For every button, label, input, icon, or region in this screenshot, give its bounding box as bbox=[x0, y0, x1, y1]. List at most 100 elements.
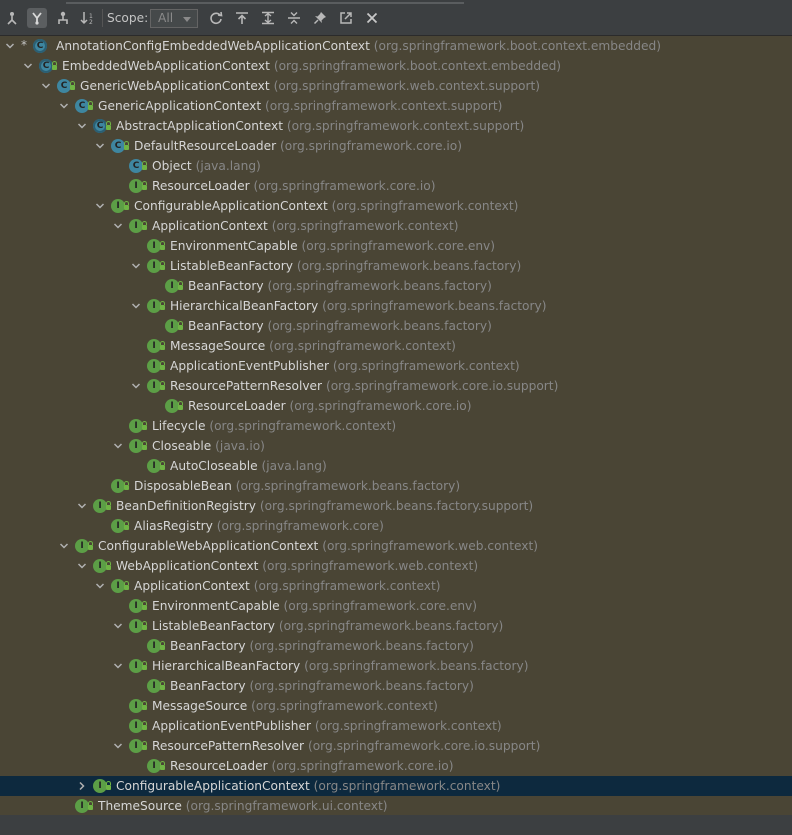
tree-node[interactable]: I Closeable (java.io) bbox=[0, 436, 792, 456]
type-name: ApplicationEventPublisher bbox=[152, 719, 311, 733]
tree-node[interactable]: I DisposableBean (org.springframework.bea… bbox=[0, 476, 792, 496]
tree-node-label: ResourcePatternResolver (org.springframe… bbox=[152, 739, 540, 753]
close-button[interactable] bbox=[362, 8, 382, 28]
package-name: (org.springframework.beans.factory) bbox=[278, 619, 504, 633]
chevron-down-icon[interactable] bbox=[22, 60, 34, 72]
public-visibility-icon bbox=[160, 241, 165, 250]
chevron-down-icon[interactable] bbox=[130, 260, 142, 272]
chevron-down-icon[interactable] bbox=[76, 500, 88, 512]
tree-node[interactable]: I BeanDefinitionRegistry (org.springframe… bbox=[0, 496, 792, 516]
type-name: AbstractApplicationContext bbox=[116, 119, 284, 133]
tree-node[interactable]: I ThemeSource (org.springframework.ui.con… bbox=[0, 796, 792, 816]
tree-node[interactable]: C EmbeddedWebApplicationContext (org.spri… bbox=[0, 56, 792, 76]
tree-node[interactable]: I ApplicationEventPublisher (org.springfr… bbox=[0, 356, 792, 376]
tree-node[interactable]: I ConfigurableApplicationContext (org.spr… bbox=[0, 776, 792, 796]
sort-alphabetically-button[interactable]: 12 bbox=[78, 8, 98, 28]
export-button[interactable] bbox=[336, 8, 356, 28]
tree-node[interactable]: I ListableBeanFactory (org.springframewor… bbox=[0, 256, 792, 276]
tree-node-label: GenericApplicationContext (org.springfra… bbox=[98, 99, 502, 113]
class-hierarchy-button[interactable] bbox=[27, 8, 47, 28]
tree-node[interactable]: I ResourcePatternResolver (org.springfram… bbox=[0, 736, 792, 756]
chevron-down-icon[interactable] bbox=[94, 140, 106, 152]
expand-all-icon bbox=[261, 11, 275, 25]
scope-label: Scope: bbox=[107, 11, 149, 25]
chevron-down-icon[interactable] bbox=[130, 380, 142, 392]
chevron-down-icon[interactable] bbox=[112, 660, 124, 672]
base-on-this-class-button[interactable] bbox=[232, 8, 252, 28]
tree-node-label: HierarchicalBeanFactory (org.springframe… bbox=[152, 659, 529, 673]
tree-node[interactable]: I ResourceLoader (org.springframework.cor… bbox=[0, 396, 792, 416]
tree-node[interactable]: I AliasRegistry (org.springframework.core… bbox=[0, 516, 792, 536]
tree-node[interactable]: I ResourceLoader (org.springframework.cor… bbox=[0, 176, 792, 196]
package-name: (org.springframework.beans.factory) bbox=[322, 299, 547, 313]
tree-node-label: ApplicationContext (org.springframework.… bbox=[134, 579, 440, 593]
scope-dropdown[interactable]: All bbox=[150, 9, 198, 28]
chevron-down-icon[interactable] bbox=[94, 580, 106, 592]
tree-node[interactable]: C GenericWebApplicationContext (org.sprin… bbox=[0, 76, 792, 96]
public-visibility-icon bbox=[124, 481, 129, 490]
chevron-right-icon[interactable] bbox=[76, 780, 88, 792]
tree-node[interactable]: I ResourceLoader (org.springframework.cor… bbox=[0, 756, 792, 776]
chevron-down-icon[interactable] bbox=[58, 100, 70, 112]
tree-node[interactable]: I Lifecycle (org.springframework.context) bbox=[0, 416, 792, 436]
public-visibility-icon bbox=[142, 661, 147, 670]
chevron-down-icon[interactable] bbox=[130, 300, 142, 312]
tree-node[interactable]: I WebApplicationContext (org.springframew… bbox=[0, 556, 792, 576]
interface-icon: I bbox=[129, 619, 143, 633]
type-name: ResourceLoader bbox=[188, 399, 286, 413]
tree-node[interactable]: I BeanFactory (org.springframework.beans.… bbox=[0, 276, 792, 296]
tree-node[interactable]: I ResourcePatternResolver (org.springfram… bbox=[0, 376, 792, 396]
tree-node[interactable]: C DefaultResourceLoader (org.springframew… bbox=[0, 136, 792, 156]
package-name: (java.io) bbox=[215, 439, 265, 453]
type-name: ApplicationContext bbox=[134, 579, 250, 593]
interface-icon: I bbox=[147, 239, 161, 253]
pin-tab-button[interactable] bbox=[310, 8, 330, 28]
refresh-button[interactable] bbox=[206, 8, 226, 28]
chevron-down-icon[interactable] bbox=[112, 620, 124, 632]
chevron-down-icon[interactable] bbox=[112, 740, 124, 752]
expand-all-button[interactable] bbox=[258, 8, 278, 28]
supertypes-hierarchy-button[interactable] bbox=[2, 8, 22, 28]
type-name: AliasRegistry bbox=[134, 519, 213, 533]
chevron-down-icon[interactable] bbox=[76, 560, 88, 572]
tree-node[interactable]: C GenericApplicationContext (org.springfr… bbox=[0, 96, 792, 116]
tree-node[interactable]: I ApplicationEventPublisher (org.springfr… bbox=[0, 716, 792, 736]
tree-node[interactable]: I ConfigurableWebApplicationContext (org.… bbox=[0, 536, 792, 556]
public-visibility-icon bbox=[142, 741, 147, 750]
hierarchy-icon bbox=[30, 11, 44, 25]
tree-node[interactable]: C Object (java.lang) bbox=[0, 156, 792, 176]
tree-node[interactable]: I MessageSource (org.springframework.cont… bbox=[0, 696, 792, 716]
tree-node-label: ApplicationEventPublisher (org.springfra… bbox=[170, 359, 520, 373]
tree-node[interactable]: I AutoCloseable (java.lang) bbox=[0, 456, 792, 476]
subtypes-hierarchy-button[interactable] bbox=[53, 8, 73, 28]
tree-node[interactable]: I BeanFactory (org.springframework.beans.… bbox=[0, 636, 792, 656]
tree-node[interactable]: I BeanFactory (org.springframework.beans.… bbox=[0, 676, 792, 696]
tree-node-label: DefaultResourceLoader (org.springframewo… bbox=[134, 139, 462, 153]
public-visibility-icon bbox=[160, 301, 165, 310]
chevron-down-icon[interactable] bbox=[58, 540, 70, 552]
tree-node[interactable]: I EnvironmentCapable (org.springframework… bbox=[0, 596, 792, 616]
chevron-down-icon[interactable] bbox=[76, 120, 88, 132]
tree-node[interactable]: I BeanFactory (org.springframework.beans.… bbox=[0, 316, 792, 336]
tree-node[interactable]: * C AnnotationConfigEmbeddedWebApplication… bbox=[0, 36, 792, 56]
chevron-down-icon[interactable] bbox=[4, 40, 16, 52]
public-visibility-icon bbox=[160, 761, 165, 770]
tree-node[interactable]: I ApplicationContext (org.springframework… bbox=[0, 576, 792, 596]
tree-node[interactable]: C AbstractApplicationContext (org.springf… bbox=[0, 116, 792, 136]
tree-node[interactable]: I HierarchicalBeanFactory (org.springfram… bbox=[0, 296, 792, 316]
collapse-all-button[interactable] bbox=[284, 8, 304, 28]
chevron-down-icon[interactable] bbox=[94, 200, 106, 212]
public-visibility-icon bbox=[160, 361, 165, 370]
tree-node[interactable]: I ListableBeanFactory (org.springframewor… bbox=[0, 616, 792, 636]
tree-node[interactable]: I ApplicationContext (org.springframework… bbox=[0, 216, 792, 236]
tree-node[interactable]: I ConfigurableApplicationContext (org.spr… bbox=[0, 196, 792, 216]
tree-node[interactable]: I EnvironmentCapable (org.springframework… bbox=[0, 236, 792, 256]
chevron-down-icon[interactable] bbox=[112, 220, 124, 232]
tree-node[interactable]: I MessageSource (org.springframework.cont… bbox=[0, 336, 792, 356]
type-name: BeanFactory bbox=[188, 279, 264, 293]
chevron-down-icon[interactable] bbox=[112, 440, 124, 452]
chevron-down-icon[interactable] bbox=[40, 80, 52, 92]
tree-node[interactable]: I HierarchicalBeanFactory (org.springfram… bbox=[0, 656, 792, 676]
package-name: (org.springframework.core.io) bbox=[253, 179, 436, 193]
type-name: Object bbox=[152, 159, 192, 173]
